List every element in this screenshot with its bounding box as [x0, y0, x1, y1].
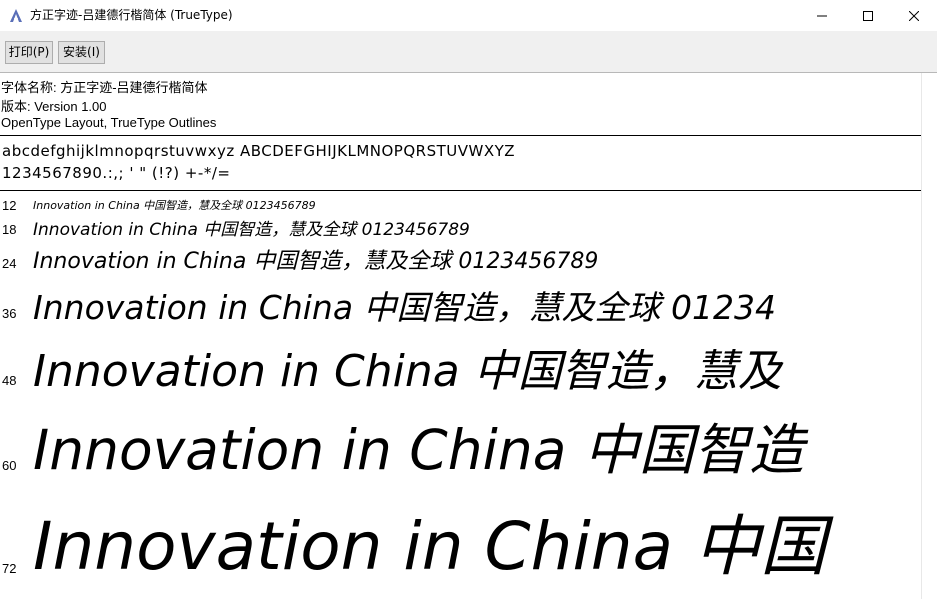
info-divider	[0, 135, 921, 136]
font-app-icon	[8, 8, 24, 24]
sample-text-18: Innovation in China 中国智造，慧及全球 0123456789	[33, 220, 470, 240]
vertical-scrollbar[interactable]	[921, 73, 937, 599]
window-title: 方正字迹-吕建德行楷简体 (TrueType)	[30, 8, 233, 22]
sample-text-48: Innovation in China 中国智造，慧及	[33, 346, 782, 397]
close-icon	[909, 10, 919, 21]
size-label-48: 48	[2, 373, 17, 388]
size-label-18: 18	[2, 222, 17, 237]
charset-divider	[0, 190, 921, 191]
toolbar: 打印(P) 安装(I)	[0, 31, 937, 73]
sample-text-60: Innovation in China 中国智造	[33, 418, 804, 482]
font-preview-area: 字体名称: 方正字迹-吕建德行楷简体 版本: Version 1.00 Open…	[0, 73, 921, 599]
sample-text-36: Innovation in China 中国智造，慧及全球 01234	[33, 288, 776, 327]
install-button[interactable]: 安装(I)	[58, 41, 105, 64]
charset-letters: abcdefghijklmnopqrstuvwxyz ABCDEFGHIJKLM…	[2, 142, 516, 160]
size-label-24: 24	[2, 256, 17, 271]
sample-text-12: Innovation in China 中国智造，慧及全球 0123456789	[33, 199, 316, 212]
font-format-line: OpenType Layout, TrueType Outlines	[1, 115, 217, 130]
sample-text-24: Innovation in China 中国智造，慧及全球 0123456789	[33, 249, 599, 274]
title-bar: 方正字迹-吕建德行楷简体 (TrueType)	[0, 0, 937, 31]
size-label-12: 12	[2, 198, 17, 213]
minimize-button[interactable]	[799, 0, 845, 31]
print-button[interactable]: 打印(P)	[5, 41, 53, 64]
size-label-60: 60	[2, 458, 17, 473]
font-name-line: 字体名称: 方正字迹-吕建德行楷简体	[1, 80, 208, 95]
maximize-button[interactable]	[845, 0, 891, 31]
maximize-icon	[863, 10, 873, 21]
close-button[interactable]	[891, 0, 937, 31]
minimize-icon	[817, 15, 827, 16]
charset-symbols: 1234567890.:,; ' " (!?) +-*/=	[2, 164, 231, 182]
size-label-36: 36	[2, 306, 17, 321]
size-label-72: 72	[2, 561, 17, 576]
font-viewer-window: 方正字迹-吕建德行楷简体 (TrueType) 打印(P) 安装(I) 字体名称…	[0, 0, 937, 599]
sample-text-72: Innovation in China 中国	[33, 508, 827, 585]
font-version-line: 版本: Version 1.00	[1, 99, 107, 114]
